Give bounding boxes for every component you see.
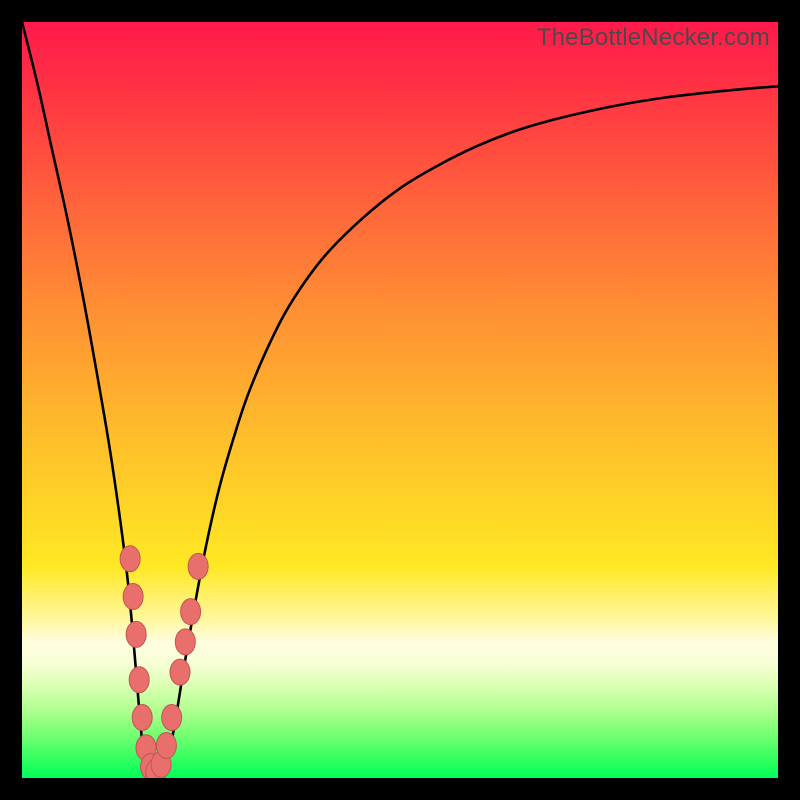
curve-svg — [22, 22, 778, 778]
curve-marker — [188, 553, 208, 579]
curve-marker — [170, 659, 190, 685]
curve-marker — [132, 705, 152, 731]
bottleneck-curve — [22, 22, 778, 775]
outer-frame: TheBottleNecker.com — [0, 0, 800, 800]
watermark-text: TheBottleNecker.com — [537, 24, 770, 52]
curve-marker — [181, 599, 201, 625]
curve-marker — [162, 705, 182, 731]
curve-marker — [120, 546, 140, 572]
curve-marker — [129, 667, 149, 693]
plot-area: TheBottleNecker.com — [22, 22, 778, 778]
curve-marker — [123, 584, 143, 610]
curve-marker — [156, 732, 176, 758]
curve-markers — [120, 546, 208, 778]
curve-marker — [175, 629, 195, 655]
curve-marker — [126, 621, 146, 647]
